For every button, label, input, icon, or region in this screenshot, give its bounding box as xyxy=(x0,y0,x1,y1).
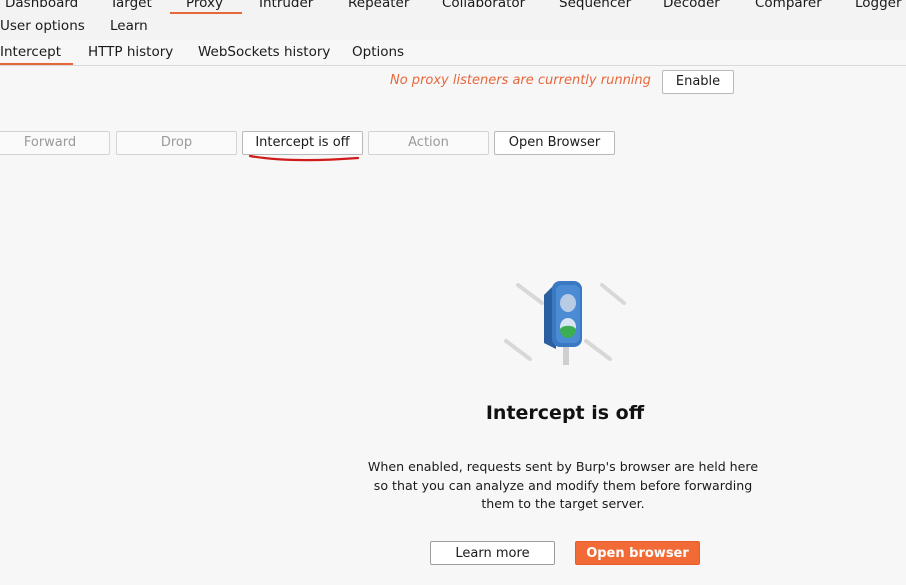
nav-learn[interactable]: Learn xyxy=(110,16,148,36)
tab-http-history[interactable]: HTTP history xyxy=(88,43,173,61)
nav-logger[interactable]: Logger xyxy=(855,0,902,13)
intercept-status-title: Intercept is off xyxy=(485,402,645,424)
action-button[interactable]: Action xyxy=(368,131,489,155)
nav-proxy[interactable]: Proxy xyxy=(170,0,242,14)
nav-collaborator[interactable]: Collaborator xyxy=(442,0,525,13)
drop-button[interactable]: Drop xyxy=(116,131,237,155)
tab-intercept-label: Intercept xyxy=(0,44,61,60)
nav-comparer[interactable]: Comparer xyxy=(755,0,822,13)
nav-intruder[interactable]: Intruder xyxy=(259,0,313,13)
nav-dashboard[interactable]: Dashboard xyxy=(5,0,78,13)
nav-user-options[interactable]: User options xyxy=(0,16,85,36)
intercept-description: When enabled, requests sent by Burp's br… xyxy=(367,459,759,511)
nav-decoder[interactable]: Decoder xyxy=(663,0,720,13)
forward-button[interactable]: Forward xyxy=(0,131,110,155)
burp-proxy-window: Dashboard Target Proxy Intruder Repeater… xyxy=(0,0,906,585)
open-browser-toolbar-button[interactable]: Open Browser xyxy=(494,131,615,155)
tab-intercept[interactable]: Intercept xyxy=(0,43,73,65)
red-annotation-underline xyxy=(248,154,360,162)
proxy-status-message: No proxy listeners are currently running xyxy=(390,73,651,88)
tab-options[interactable]: Options xyxy=(352,43,404,61)
active-tab-underline xyxy=(170,12,242,14)
nav-target[interactable]: Target xyxy=(110,0,152,13)
active-subtab-underline xyxy=(0,63,73,65)
traffic-light-icon xyxy=(504,281,626,365)
proxy-subtabs: Intercept HTTP history WebSockets histor… xyxy=(0,40,906,66)
open-browser-button[interactable]: Open browser xyxy=(575,541,700,565)
learn-more-button[interactable]: Learn more xyxy=(430,541,555,565)
nav-proxy-label: Proxy xyxy=(186,0,223,11)
main-nav: Dashboard Target Proxy Intruder Repeater… xyxy=(0,0,906,41)
nav-repeater[interactable]: Repeater xyxy=(348,0,409,13)
nav-sequencer[interactable]: Sequencer xyxy=(559,0,631,13)
tab-websockets-history[interactable]: WebSockets history xyxy=(198,43,330,61)
enable-button[interactable]: Enable xyxy=(662,70,734,94)
